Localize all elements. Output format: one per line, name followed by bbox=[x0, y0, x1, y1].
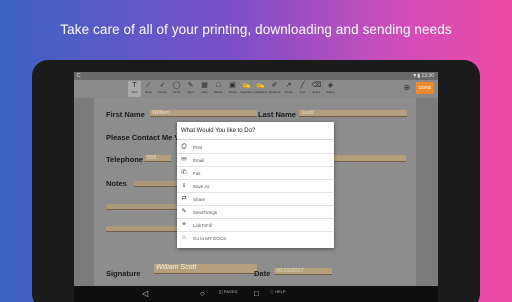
contact-label: Please Contact Me Via bbox=[106, 133, 186, 142]
tool-label: Line bbox=[299, 90, 306, 94]
line-icon: ╱ bbox=[300, 82, 305, 89]
area-code-field[interactable]: 555 bbox=[145, 155, 171, 162]
option-send-to-sign[interactable]: ✎ SendToSign bbox=[177, 206, 334, 219]
pen-icon: ✎ bbox=[181, 208, 187, 215]
tool-label: Whiteo bbox=[213, 90, 224, 94]
help-label: HELP bbox=[275, 289, 286, 294]
tool-sign[interactable]: ✎ Sign bbox=[184, 81, 197, 97]
signature-icon: ✎ bbox=[187, 82, 194, 89]
option-label: Fax bbox=[193, 171, 201, 176]
tool-line[interactable]: ╱ Line bbox=[296, 81, 309, 97]
option-share[interactable]: ⮂ Share bbox=[177, 193, 334, 206]
share-icon: ⮂ bbox=[181, 195, 187, 202]
done-button[interactable]: DONE bbox=[416, 82, 434, 94]
link-icon: ⚭ bbox=[181, 221, 187, 228]
eraser-icon: ⌫ bbox=[311, 82, 322, 89]
option-go-to-my-docs[interactable]: ⌂ Go to MY DOCS bbox=[177, 232, 334, 245]
pen-icon: ∕ bbox=[147, 82, 150, 89]
date-label: Date bbox=[254, 269, 271, 278]
dialog-title: What Would You like to Do? bbox=[177, 122, 334, 140]
tool-arrow[interactable]: ↗ Arrow bbox=[282, 81, 295, 97]
tool-photo[interactable]: ▣ Photo bbox=[226, 81, 239, 97]
option-label: Share bbox=[193, 197, 206, 202]
check-icon: ✓ bbox=[159, 82, 166, 89]
sign-here-icon: ✍ bbox=[242, 82, 251, 89]
tool-text-here[interactable]: ✐ TextHere bbox=[268, 81, 281, 97]
annotation-toolbar: T Text ∕ Draw ✓ Check ◯ Circle ✎ Sign ▦ Date □… bbox=[74, 80, 438, 98]
tool-label: Erase bbox=[312, 90, 321, 94]
tool-stamp[interactable]: ◈ Stamp bbox=[324, 81, 337, 97]
option-label: LinkToFill bbox=[193, 223, 212, 228]
first-name-field[interactable]: William bbox=[150, 110, 257, 117]
arrow-icon: ↗ bbox=[285, 82, 292, 89]
tool-label: TextHere bbox=[268, 90, 281, 94]
status-bar: C ▼▮ 13:30 bbox=[74, 72, 438, 80]
recent-apps-icon[interactable]: □ bbox=[254, 288, 259, 300]
photo-icon: ▣ bbox=[229, 82, 236, 89]
home-icon[interactable]: ○ bbox=[200, 288, 205, 300]
option-print[interactable]: ⎙ Print bbox=[177, 141, 334, 154]
tool-date[interactable]: ▦ Date bbox=[198, 81, 211, 97]
tool-erase[interactable]: ⌫ Erase bbox=[310, 81, 323, 97]
option-link-to-fill[interactable]: ⚭ LinkToFill bbox=[177, 219, 334, 232]
whiteout-icon: □ bbox=[216, 82, 221, 89]
tool-label: Check bbox=[158, 90, 167, 94]
option-label: Email bbox=[193, 158, 205, 163]
action-dialog: What Would You like to Do? ⎙ Print ✉ Email… bbox=[177, 122, 334, 248]
tool-check[interactable]: ✓ Check bbox=[156, 81, 169, 97]
tool-whiteout[interactable]: □ Whiteo bbox=[212, 81, 225, 97]
last-name-field[interactable]: Scott bbox=[299, 110, 407, 117]
option-email[interactable]: ✉ Email bbox=[177, 154, 334, 167]
pages-button[interactable]: ◫ PAGES bbox=[219, 289, 237, 294]
notes-label: Notes bbox=[106, 179, 127, 188]
printer-icon: ⎙ bbox=[181, 143, 187, 150]
tool-label: Text bbox=[131, 90, 138, 94]
back-icon[interactable]: ◁ bbox=[142, 288, 148, 300]
option-fax[interactable]: ✆ Fax bbox=[177, 167, 334, 180]
tool-label: Draw bbox=[144, 90, 152, 94]
option-save-as[interactable]: ⭳ Save As bbox=[177, 180, 334, 193]
headline: Take care of all of your printing, downl… bbox=[60, 22, 452, 37]
calendar-icon: ▦ bbox=[201, 82, 208, 89]
signature-field[interactable]: William Scott bbox=[154, 264, 257, 274]
email-icon: ✉ bbox=[181, 156, 187, 163]
zoom-icon[interactable]: ⊕ bbox=[401, 82, 413, 94]
first-name-label: First Name bbox=[106, 110, 145, 119]
help-button[interactable]: ⓘ HELP bbox=[270, 289, 286, 295]
tool-label: Photo bbox=[228, 90, 237, 94]
text-here-icon: ✐ bbox=[271, 82, 278, 89]
status-clock: ▼▮ 13:30 bbox=[412, 73, 434, 79]
option-label: Print bbox=[193, 145, 203, 150]
tool-label: SignHere bbox=[240, 90, 253, 94]
tool-draw[interactable]: ∕ Draw bbox=[142, 81, 155, 97]
signature-label: Signature bbox=[106, 269, 141, 278]
tool-initial-here[interactable]: ✍ InitialHere bbox=[254, 81, 267, 97]
last-name-label: Last Name bbox=[258, 110, 296, 119]
circle-icon: ◯ bbox=[172, 82, 181, 89]
stamp-icon: ◈ bbox=[327, 82, 334, 89]
fax-icon: ✆ bbox=[181, 169, 187, 176]
telephone-label: Telephone bbox=[106, 155, 143, 164]
save-icon: ⭳ bbox=[182, 182, 186, 189]
text-icon: T bbox=[132, 82, 137, 89]
app-status-icon: C bbox=[77, 73, 81, 79]
tool-label: Arrow bbox=[284, 90, 293, 94]
tool-label: InitialHere bbox=[254, 90, 267, 94]
tool-sign-here[interactable]: ✍ SignHere bbox=[240, 81, 253, 97]
pages-label: PAGES bbox=[223, 289, 238, 294]
tool-label: Stamp bbox=[326, 90, 335, 94]
initial-here-icon: ✍ bbox=[256, 82, 265, 89]
tool-circle[interactable]: ◯ Circle bbox=[170, 81, 183, 97]
option-label: Go to MY DOCS bbox=[193, 236, 227, 241]
tool-text[interactable]: T Text bbox=[128, 81, 141, 97]
home-icon: ⌂ bbox=[182, 234, 186, 241]
tool-label: Circle bbox=[172, 90, 181, 94]
tool-label: Sign bbox=[187, 90, 194, 94]
date-field[interactable]: 06/15/2017 bbox=[274, 268, 332, 275]
tool-label: Date bbox=[201, 90, 208, 94]
option-label: Save As bbox=[193, 184, 210, 189]
option-label: SendToSign bbox=[193, 210, 218, 215]
